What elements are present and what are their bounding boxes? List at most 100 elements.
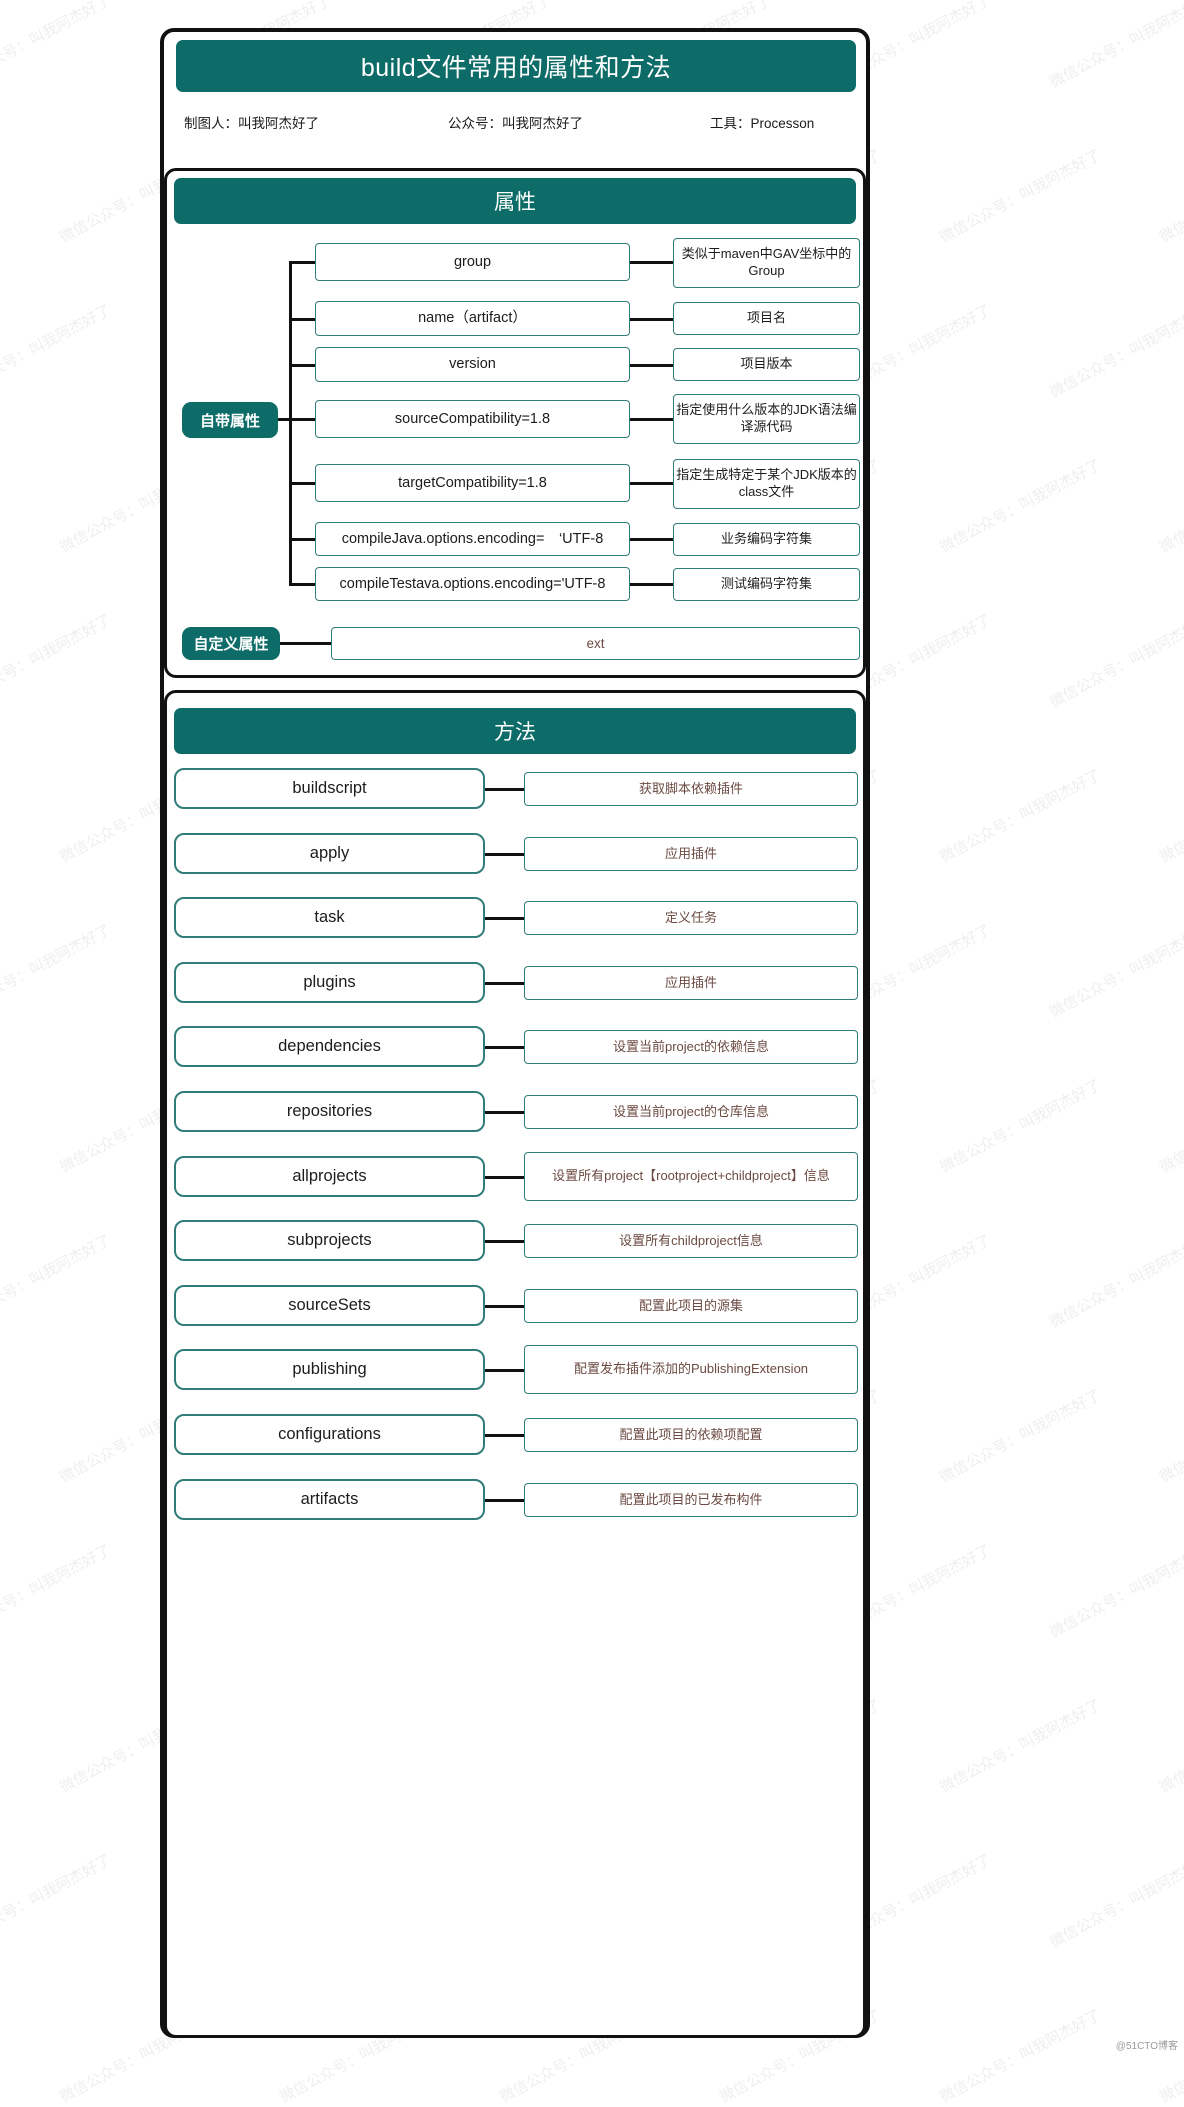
watermark-text: 微信公众号：叫我阿杰好了 <box>0 921 114 1022</box>
attribute-desc-6: 业务编码字符集 <box>673 523 860 556</box>
connector-line <box>630 538 673 541</box>
connector-line <box>278 418 292 421</box>
watermark-text: 微信公众号：叫我阿杰好了 <box>0 0 114 92</box>
connector-line <box>485 916 524 920</box>
attribute-item-4[interactable]: sourceCompatibility=1.8 <box>315 400 630 438</box>
method-item-11[interactable]: configurations <box>174 1414 485 1455</box>
attribute-desc-3: 项目版本 <box>673 348 860 381</box>
connector-line <box>485 1498 524 1502</box>
method-item-9[interactable]: sourceSets <box>174 1285 485 1326</box>
watermark-text: 微信公众号：叫我阿杰好了 <box>937 146 1104 247</box>
watermark-text: 微信公众号：叫我阿杰好了 <box>1047 611 1184 712</box>
connector-line <box>289 261 292 583</box>
watermark-text: 微信公众号：叫我阿杰好了 <box>1157 766 1184 867</box>
method-desc-5: 设置当前project的依赖信息 <box>524 1030 858 1064</box>
method-desc-6: 设置当前project的仓库信息 <box>524 1095 858 1129</box>
method-desc-12: 配置此项目的已发布构件 <box>524 1483 858 1517</box>
method-item-4[interactable]: plugins <box>174 962 485 1003</box>
attribute-item-6[interactable]: compileJava.options.encoding= ‘UTF-8 <box>315 522 630 556</box>
watermark-text: 微信公众号：叫我阿杰好了 <box>1157 1696 1184 1797</box>
connector-line <box>289 418 315 421</box>
attribute-item-5[interactable]: targetCompatibility=1.8 <box>315 464 630 502</box>
attribute-item-3[interactable]: version <box>315 347 630 382</box>
connector-line <box>485 1368 524 1372</box>
method-desc-4: 应用插件 <box>524 966 858 1000</box>
watermark-text: 微信公众号：叫我阿杰好了 <box>1157 2006 1184 2107</box>
attribute-item-7[interactable]: compileTestava.options.encoding='UTF-8 <box>315 567 630 601</box>
meta-tool: 工具：Processon <box>710 116 815 131</box>
method-item-2[interactable]: apply <box>174 833 485 874</box>
watermark-text: 微信公众号：叫我阿杰好了 <box>1047 921 1184 1022</box>
method-item-12[interactable]: artifacts <box>174 1479 485 1520</box>
method-item-3[interactable]: task <box>174 897 485 938</box>
meta-account: 公众号：叫我阿杰好了 <box>448 116 583 131</box>
watermark-text: 微信公众号：叫我阿杰好了 <box>1157 1076 1184 1177</box>
watermark-text: 微信公众号：叫我阿杰好了 <box>1047 1851 1184 1952</box>
method-item-10[interactable]: publishing <box>174 1349 485 1390</box>
connector-line <box>485 1110 524 1114</box>
method-desc-7: 设置所有project【rootproject+childproject】信息 <box>524 1152 858 1201</box>
credit-label: @51CTO博客 <box>1115 2041 1178 2052</box>
watermark-text: 微信公众号：叫我阿杰好了 <box>0 1851 114 1952</box>
methods-section-header: 方法 <box>174 708 856 754</box>
method-item-1[interactable]: buildscript <box>174 768 485 809</box>
connector-line <box>485 787 524 791</box>
attribute-desc-4: 指定使用什么版本的JDK语法编译源代码 <box>673 394 860 444</box>
watermark-text: 微信公众号：叫我阿杰好了 <box>937 766 1104 867</box>
watermark-text: 微信公众号：叫我阿杰好了 <box>1157 146 1184 247</box>
attribute-desc-5: 指定生成特定于某个JDK版本的class文件 <box>673 459 860 509</box>
method-item-6[interactable]: repositories <box>174 1091 485 1132</box>
connector-line <box>280 642 331 645</box>
attribute-desc-1: 类似于maven中GAV坐标中的Group <box>673 238 860 288</box>
watermark-text: 微信公众号：叫我阿杰好了 <box>0 301 114 402</box>
method-desc-9: 配置此项目的源集 <box>524 1289 858 1323</box>
watermark-text: 微信公众号：叫我阿杰好了 <box>1047 1541 1184 1642</box>
connector-line <box>630 482 673 485</box>
watermark-text: 微信公众号：叫我阿杰好了 <box>937 1386 1104 1487</box>
connector-line <box>630 363 673 367</box>
attributes-section-header: 属性 <box>174 178 856 224</box>
attribute-item-2[interactable]: name（artifact） <box>315 301 630 336</box>
meta-author: 制图人：叫我阿杰好了 <box>184 116 319 131</box>
watermark-text: 微信公众号：叫我阿杰好了 <box>937 456 1104 557</box>
method-desc-1: 获取脚本依赖插件 <box>524 772 858 806</box>
attribute-desc-2: 项目名 <box>673 302 860 335</box>
connector-line <box>485 1175 524 1179</box>
connector-line <box>289 538 315 541</box>
watermark-text: 微信公众号：叫我阿杰好了 <box>937 2006 1104 2107</box>
connector-line <box>289 583 315 586</box>
method-desc-3: 定义任务 <box>524 901 858 935</box>
attribute-desc-7: 测试编码字符集 <box>673 568 860 601</box>
root-custom-attributes[interactable]: 自定义属性 <box>182 627 280 660</box>
connector-line <box>289 317 315 321</box>
watermark-text: 微信公众号：叫我阿杰好了 <box>937 1076 1104 1177</box>
watermark-text: 微信公众号：叫我阿杰好了 <box>1157 1386 1184 1487</box>
watermark-text: 微信公众号：叫我阿杰好了 <box>1047 0 1184 92</box>
custom-attribute-item-1[interactable]: ext <box>331 627 860 660</box>
watermark-text: 微信公众号：叫我阿杰好了 <box>937 1696 1104 1797</box>
method-item-7[interactable]: allprojects <box>174 1156 485 1197</box>
connector-line <box>289 261 315 264</box>
method-desc-8: 设置所有childproject信息 <box>524 1224 858 1258</box>
root-builtin-attributes[interactable]: 自带属性 <box>182 402 278 438</box>
connector-line <box>630 418 673 421</box>
watermark-text: 微信公众号：叫我阿杰好了 <box>0 611 114 712</box>
connector-line <box>630 317 673 321</box>
watermark-text: 微信公众号：叫我阿杰好了 <box>0 1541 114 1642</box>
method-desc-2: 应用插件 <box>524 837 858 871</box>
connector-line <box>630 261 673 264</box>
connector-line <box>485 1304 524 1308</box>
method-item-8[interactable]: subprojects <box>174 1220 485 1261</box>
connector-line <box>485 981 524 985</box>
page-title: build文件常用的属性和方法 <box>176 40 856 92</box>
connector-line <box>289 482 315 485</box>
watermark-text: 微信公众号：叫我阿杰好了 <box>1047 301 1184 402</box>
attribute-item-1[interactable]: group <box>315 243 630 281</box>
watermark-text: 微信公众号：叫我阿杰好了 <box>0 1231 114 1332</box>
method-desc-10: 配置发布插件添加的PublishingExtension <box>524 1345 858 1394</box>
watermark-text: 微信公众号：叫我阿杰好了 <box>1047 1231 1184 1332</box>
method-item-5[interactable]: dependencies <box>174 1026 485 1067</box>
connector-line <box>485 1433 524 1437</box>
connector-line <box>289 363 315 367</box>
meta-row: 制图人：叫我阿杰好了 公众号：叫我阿杰好了 工具：Processon <box>176 112 858 136</box>
